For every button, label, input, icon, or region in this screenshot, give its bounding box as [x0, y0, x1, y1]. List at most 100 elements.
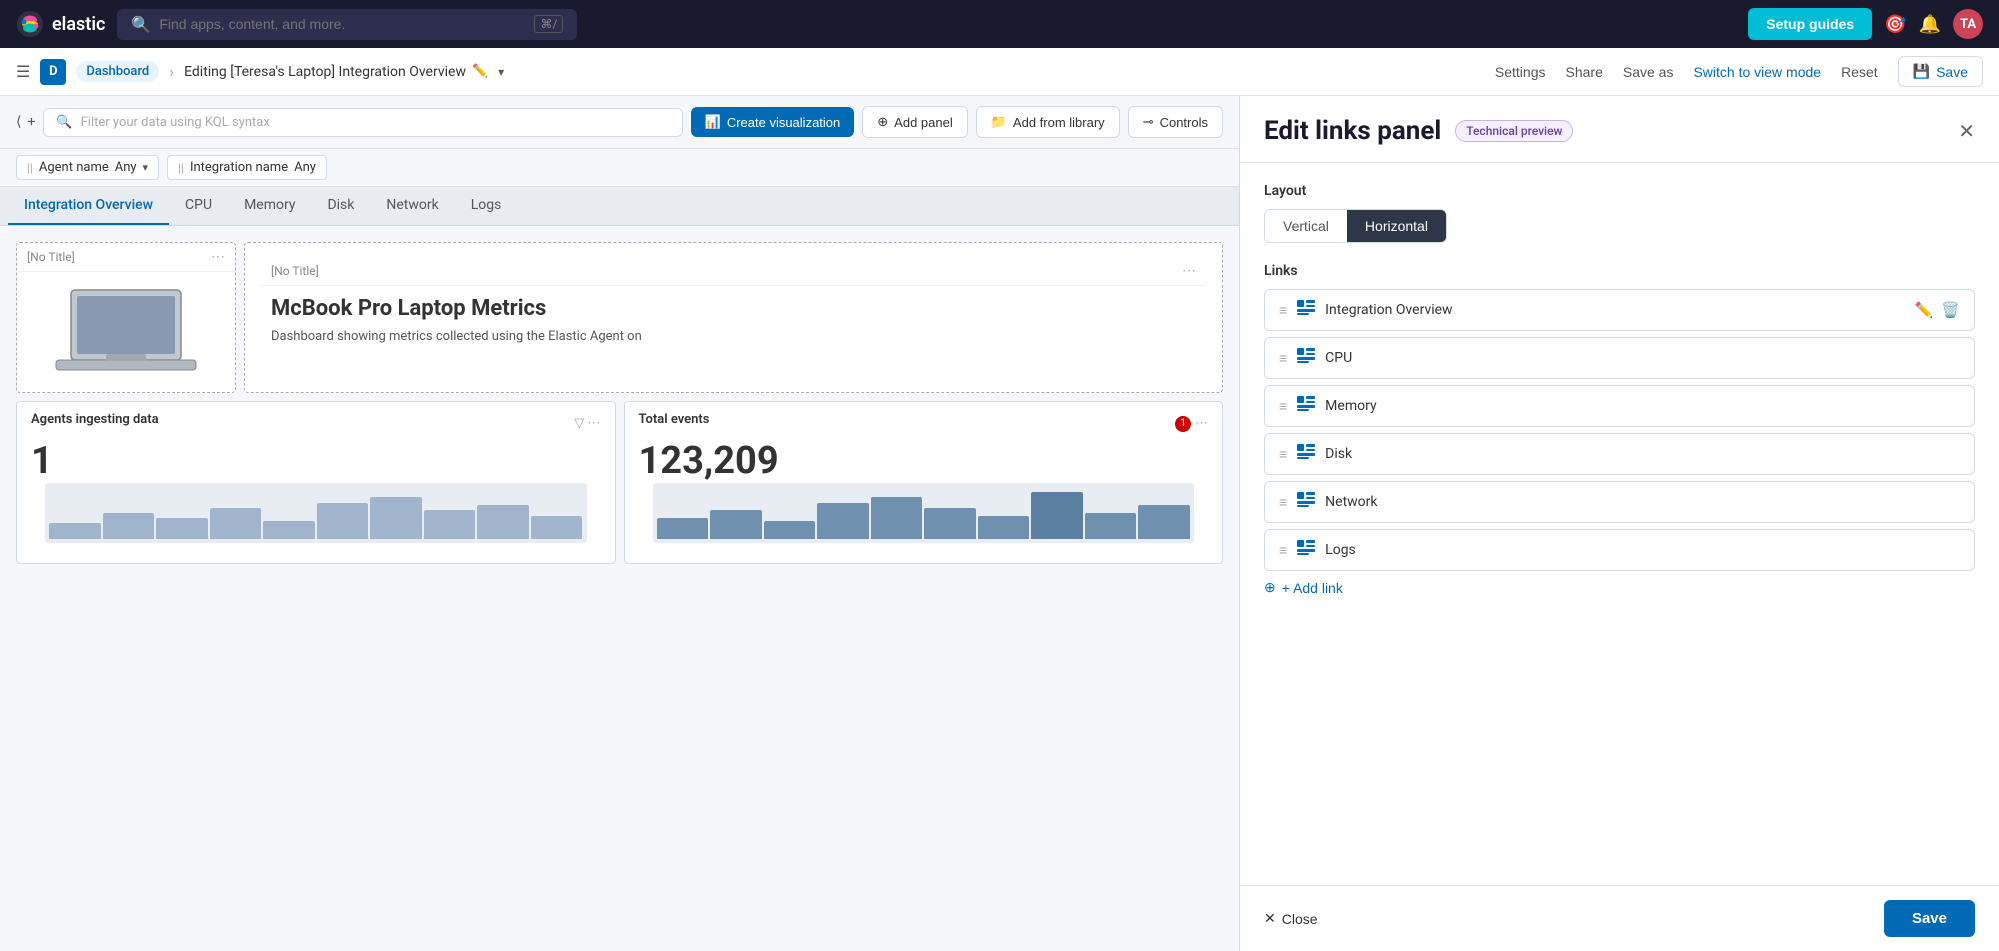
vertical-layout-button[interactable]: Vertical — [1265, 210, 1347, 242]
drag-handle-0[interactable]: ≡ — [1279, 302, 1287, 319]
kql-filter-bar[interactable]: 🔍 Filter your data using KQL syntax — [43, 108, 682, 137]
setup-guides-button[interactable]: Setup guides — [1748, 8, 1872, 40]
reset-button[interactable]: Reset — [1841, 64, 1878, 80]
chevron-down-icon[interactable]: ▾ — [498, 65, 504, 79]
save-button-top[interactable]: 💾 Save — [1898, 56, 1983, 87]
elastic-logo[interactable]: elastic — [16, 10, 105, 38]
close-x-icon: ✕ — [1264, 910, 1276, 927]
dashboard-panels: [No Title] ⋯ — [0, 226, 1239, 580]
bar-9 — [477, 505, 529, 539]
panel-header-area: Edit links panel Technical preview ✕ — [1240, 96, 1999, 163]
tech-preview-badge: Technical preview — [1455, 120, 1573, 142]
help-icon[interactable]: 🎯 — [1884, 14, 1906, 35]
agents-bar-chart — [45, 483, 587, 543]
dashboard-icon-2 — [1297, 396, 1315, 416]
close-panel-button[interactable]: ✕ — [1958, 119, 1975, 144]
avatar[interactable]: TA — [1953, 9, 1983, 39]
dashboard-icon-0 — [1297, 300, 1315, 320]
link-label-0: Integration Overview — [1325, 302, 1904, 318]
links-tabs-bar: Integration Overview CPU Memory Disk Net… — [0, 187, 1239, 226]
tab-memory[interactable]: Memory — [228, 187, 311, 225]
link-svg-icon-4 — [1297, 492, 1315, 508]
horizontal-layout-button[interactable]: Horizontal — [1347, 210, 1446, 242]
close-footer-button[interactable]: ✕ Close — [1264, 910, 1318, 927]
drag-handle-1[interactable]: ≡ — [1279, 350, 1287, 367]
panel-menu-1[interactable]: ⋯ — [211, 249, 225, 265]
drag-icon-2: || — [178, 161, 184, 175]
agent-name-control[interactable]: || Agent name Any ▾ — [16, 155, 159, 180]
link-delete-button-0[interactable]: 🗑️ — [1941, 301, 1960, 319]
controls-button[interactable]: ⊸ Controls — [1128, 106, 1223, 138]
save-icon-top: 💾 — [1913, 63, 1930, 80]
link-label-5: Logs — [1325, 542, 1960, 558]
bar-5 — [263, 521, 315, 539]
edit-icon: ✏️ — [472, 64, 488, 79]
panel-header-2: [No Title] ⋯ — [261, 257, 1206, 286]
no-title-1: [No Title] — [27, 250, 75, 264]
search-input[interactable] — [159, 16, 526, 32]
link-item-1: ≡ CPU — [1264, 337, 1975, 379]
search-kbd: ⌘/ — [534, 15, 563, 33]
link-edit-button-0[interactable]: ✏️ — [1915, 301, 1934, 319]
add-panel-button[interactable]: ⊕ Add panel — [862, 106, 967, 138]
add-link-button[interactable]: ⊕ + Add link — [1264, 579, 1343, 596]
global-search[interactable]: 🔍 ⌘/ — [117, 9, 577, 40]
agents-panel-actions[interactable]: ▽ ⋯ — [574, 416, 600, 431]
bar-8 — [424, 510, 476, 539]
switch-to-view-mode-button[interactable]: Switch to view mode — [1693, 64, 1821, 80]
agents-ingesting-panel: Agents ingesting data ▽ ⋯ 1 — [16, 401, 616, 564]
total-events-title: Total events — [639, 412, 710, 427]
collapse-icon[interactable]: ⟨+ — [16, 114, 35, 130]
drag-handle-5[interactable]: ≡ — [1279, 542, 1287, 559]
controls-icon: ⊸ — [1143, 114, 1154, 130]
controls-row: || Agent name Any ▾ || Integration name … — [0, 149, 1239, 187]
drag-handle-3[interactable]: ≡ — [1279, 446, 1287, 463]
toolbar: ⟨+ 🔍 Filter your data using KQL syntax 📊… — [0, 96, 1239, 149]
panel-title: Edit links panel — [1264, 116, 1441, 146]
panel-menu-2[interactable]: ⋯ — [1182, 263, 1196, 279]
save-as-button[interactable]: Save as — [1623, 64, 1674, 80]
link-label-1: CPU — [1325, 350, 1960, 366]
hamburger-menu[interactable]: ☰ — [16, 62, 30, 81]
tab-disk[interactable]: Disk — [311, 187, 370, 225]
tab-logs[interactable]: Logs — [455, 187, 518, 225]
tbar-10 — [1138, 505, 1190, 539]
visualize-icon: 📊 — [705, 114, 721, 130]
tbar-5 — [871, 497, 923, 539]
link-svg-icon-3 — [1297, 444, 1315, 460]
total-panel-header: Total events 1 ⋯ — [639, 412, 1209, 435]
link-item-5: ≡ Logs — [1264, 529, 1975, 571]
total-panel-menu[interactable]: ⋯ — [1195, 416, 1208, 431]
mcbook-desc: Dashboard showing metrics collected usin… — [271, 329, 1196, 344]
drag-handle-4[interactable]: ≡ — [1279, 494, 1287, 511]
nav-right: Setup guides 🎯 🔔 TA — [1748, 8, 1983, 40]
share-button[interactable]: Share — [1566, 64, 1603, 80]
bar-10 — [531, 516, 583, 539]
drag-handle-2[interactable]: ≡ — [1279, 398, 1287, 415]
tab-cpu[interactable]: CPU — [169, 187, 228, 225]
add-from-library-button[interactable]: 📁 Add from library — [976, 106, 1120, 138]
panel-footer: ✕ Close Save — [1240, 885, 1999, 951]
settings-button[interactable]: Settings — [1495, 64, 1546, 80]
layout-toggle: Vertical Horizontal — [1264, 209, 1447, 243]
save-panel-button[interactable]: Save — [1884, 900, 1975, 937]
mcbook-content: McBook Pro Laptop Metrics Dashboard show… — [261, 286, 1206, 354]
agents-panel-header: Agents ingesting data ▽ ⋯ — [31, 412, 601, 435]
panel-body: Layout Vertical Horizontal Links ≡ — [1240, 163, 1999, 885]
integration-name-control[interactable]: || Integration name Any — [167, 155, 327, 180]
create-visualization-button[interactable]: 📊 Create visualization — [691, 107, 855, 137]
tab-integration-overview[interactable]: Integration Overview — [8, 187, 169, 225]
second-nav: ☰ D Dashboard › Editing [Teresa's Laptop… — [0, 48, 1999, 96]
search-icon: 🔍 — [131, 15, 151, 34]
link-label-4: Network — [1325, 494, 1960, 510]
laptop-image-container — [17, 272, 235, 392]
bar-7 — [370, 497, 422, 539]
notifications-icon[interactable]: 🔔 — [1919, 14, 1941, 35]
breadcrumb-dashboard[interactable]: Dashboard — [76, 61, 159, 82]
tab-network[interactable]: Network — [370, 187, 454, 225]
dashboard-icon-5 — [1297, 540, 1315, 560]
link-svg-icon-2 — [1297, 396, 1315, 412]
tbar-7 — [978, 516, 1030, 539]
mcbook-panel: [No Title] ⋯ McBook Pro Laptop Metrics D… — [244, 242, 1223, 393]
link-svg-icon-5 — [1297, 540, 1315, 556]
